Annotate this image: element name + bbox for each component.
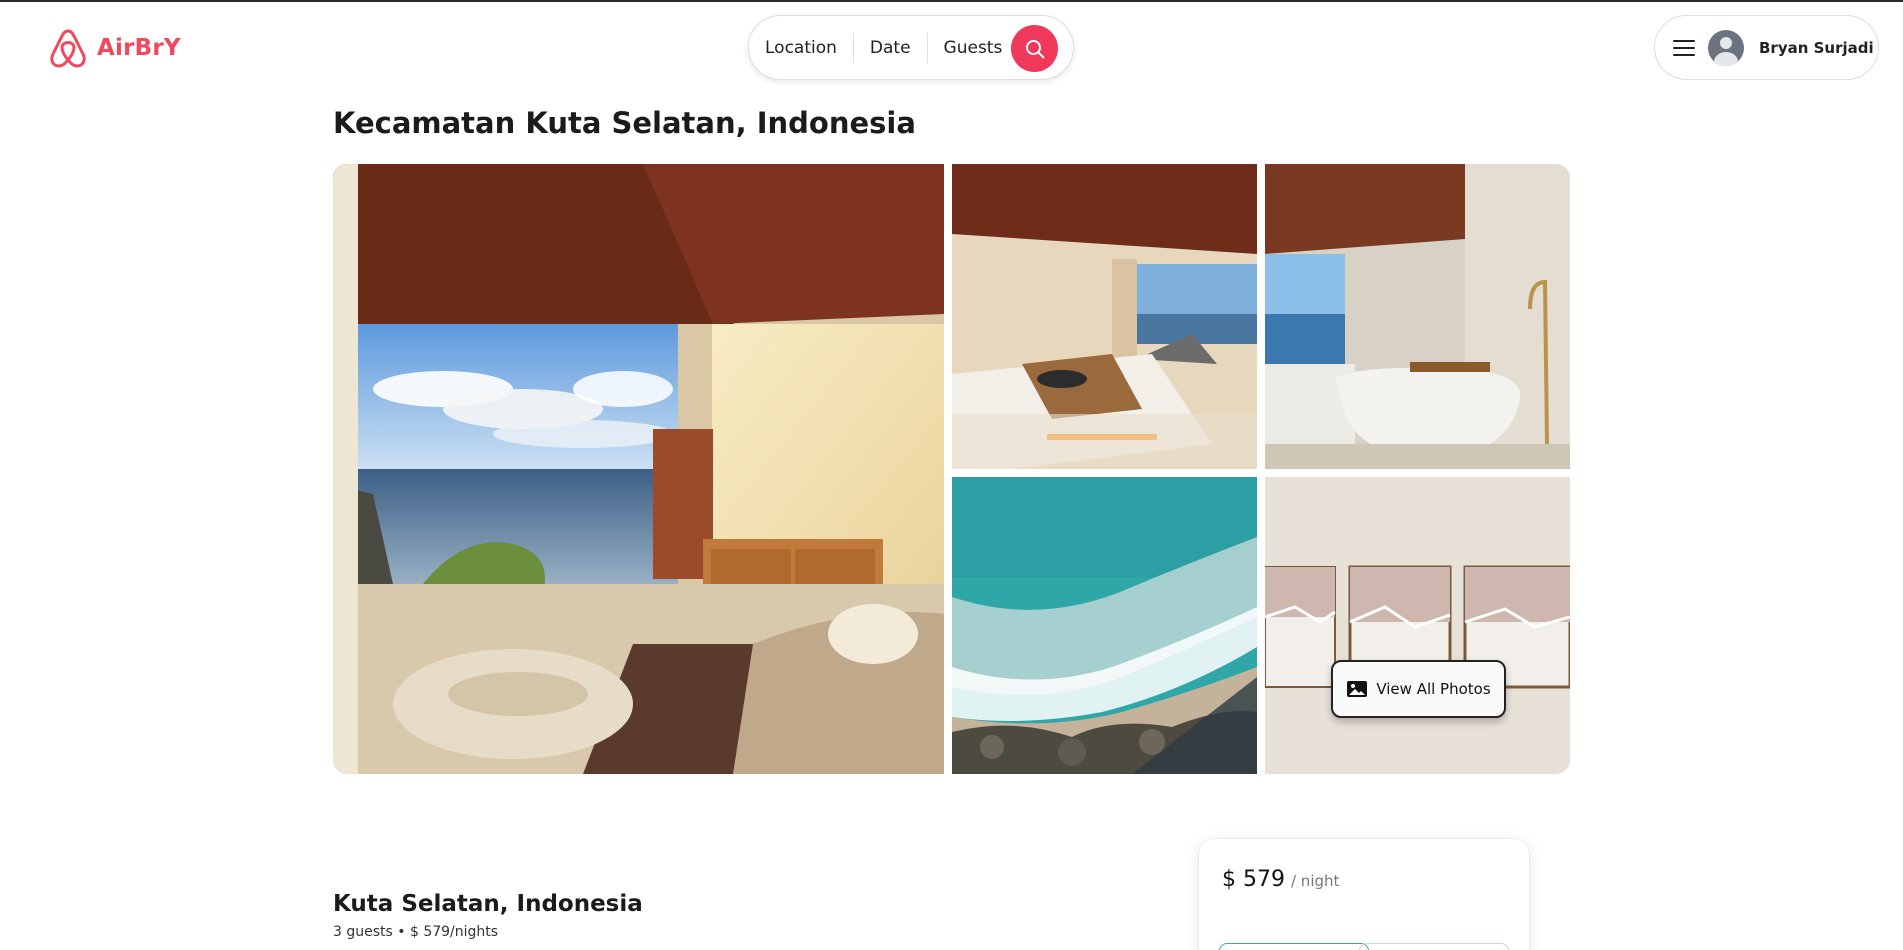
search-location[interactable]: Location: [765, 33, 853, 63]
price-unit: / night: [1290, 872, 1340, 890]
user-name[interactable]: Bryan Surjadi: [1759, 39, 1874, 57]
listing-title: Kuta Selatan, Indonesia: [333, 891, 643, 917]
wall-art-frames-photo[interactable]: [1265, 477, 1570, 774]
beach-waves-aerial-photo[interactable]: [952, 477, 1257, 774]
window-top-border: [0, 0, 1903, 2]
listing-summary: 3 guests • $ 579/nights: [333, 924, 499, 940]
search-guests[interactable]: Guests: [928, 33, 1019, 63]
checkout-field[interactable]: [1359, 943, 1509, 950]
view-all-photos-button[interactable]: View All Photos: [1331, 660, 1506, 718]
brand-name[interactable]: AirBrY: [97, 35, 181, 61]
ocean-view-living-room-photo[interactable]: [333, 164, 944, 774]
view-all-photos-label: View All Photos: [1376, 680, 1491, 698]
search-icon: [1025, 39, 1044, 58]
brand-logo[interactable]: AirBrY: [47, 27, 181, 69]
search-date[interactable]: Date: [854, 33, 927, 63]
checkin-field[interactable]: [1219, 943, 1369, 950]
page-title: Kecamatan Kuta Selatan, Indonesia: [333, 106, 916, 140]
hamburger-menu-icon[interactable]: [1673, 39, 1695, 56]
search-button[interactable]: [1011, 25, 1058, 72]
search-bar[interactable]: Location Date Guests: [748, 15, 1074, 80]
user-avatar-icon[interactable]: [1708, 29, 1744, 66]
airbnb-logo-icon: [50, 29, 86, 68]
image-icon: [1347, 681, 1368, 697]
bathroom-bathtub-photo[interactable]: [1265, 164, 1570, 469]
price-amount: $ 579: [1222, 867, 1285, 892]
bedroom-ocean-view-photo[interactable]: [952, 164, 1257, 469]
price-card: $ 579 / night: [1198, 838, 1530, 950]
user-menu[interactable]: Bryan Surjadi: [1654, 15, 1879, 80]
